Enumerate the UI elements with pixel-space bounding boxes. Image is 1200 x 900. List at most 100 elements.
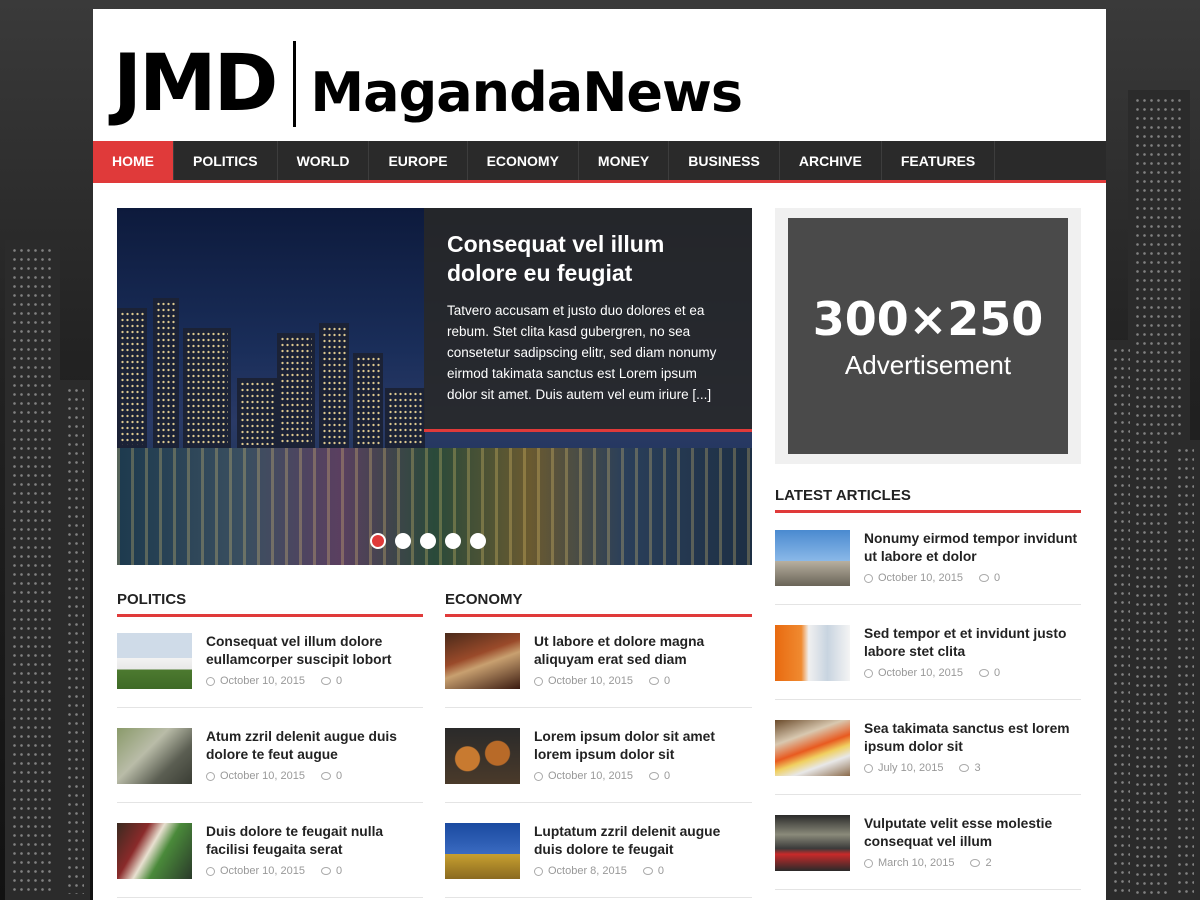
slider-dot[interactable]	[445, 533, 461, 549]
clock-icon	[864, 763, 873, 773]
article-date: October 10, 2015	[548, 675, 634, 687]
nav-item-business[interactable]: BUSINESS	[669, 141, 780, 180]
article-title[interactable]: Lorem ipsum dolor sit amet lorem ipsum d…	[534, 728, 752, 764]
nav-item-money[interactable]: MONEY	[579, 141, 670, 180]
article-thumbnail[interactable]	[775, 530, 850, 586]
skyline-building	[353, 353, 383, 448]
logo-divider	[293, 41, 297, 127]
article-title[interactable]: Vulputate velit esse molestie consequat …	[864, 815, 1081, 851]
comment-count[interactable]: 0	[664, 675, 670, 687]
clock-icon	[864, 573, 873, 583]
article-title[interactable]: Duis dolore te feugait nulla facilisi fe…	[206, 823, 423, 859]
slider-dot[interactable]	[420, 533, 436, 549]
comment-count[interactable]: 0	[994, 667, 1000, 679]
article-date: October 10, 2015	[220, 865, 306, 877]
comment-count[interactable]: 0	[336, 865, 342, 877]
article-title[interactable]: Ut labore et dolore magna aliquyam erat …	[534, 633, 752, 669]
comment-count[interactable]: 3	[974, 762, 980, 774]
nav-item-archive[interactable]: ARCHIVE	[780, 141, 882, 180]
nav-item-politics[interactable]: POLITICS	[174, 141, 278, 180]
article-date: July 10, 2015	[878, 762, 944, 774]
article-date: October 10, 2015	[878, 572, 964, 584]
main-nav: HOME POLITICS WORLD EUROPE ECONOMY MONEY…	[93, 141, 1106, 183]
article-thumbnail[interactable]	[117, 823, 192, 879]
comment-icon	[970, 859, 981, 867]
economy-heading-label[interactable]: ECONOMY	[445, 591, 752, 608]
article-title[interactable]: Luptatum zzril delenit augue duis dolore…	[534, 823, 752, 859]
article-thumbnail[interactable]	[445, 728, 520, 784]
list-item: Sea takimata sanctus est lorem ipsum dol…	[775, 700, 1081, 795]
slider-pagination	[370, 533, 486, 549]
clock-icon	[534, 771, 543, 781]
article-date: October 10, 2015	[220, 770, 306, 782]
skyline-building	[237, 378, 277, 448]
article-date: October 10, 2015	[220, 675, 306, 687]
page-container: JMD MagandaNews HOME POLITICS WORLD EURO…	[93, 9, 1106, 900]
article-title[interactable]: Sed tempor et et invidunt justo labore s…	[864, 625, 1081, 661]
list-item: Lorem ipsum dolor sit amet lorem ipsum d…	[445, 708, 752, 803]
slider-dot[interactable]	[470, 533, 486, 549]
skyline-building	[183, 328, 231, 448]
list-item: Ut labore et dolore magna aliquyam erat …	[445, 613, 752, 708]
article-meta: October 10, 2015 0	[864, 667, 1081, 679]
nav-item-economy[interactable]: ECONOMY	[468, 141, 579, 180]
comment-icon	[979, 574, 990, 582]
article-thumbnail[interactable]	[445, 823, 520, 879]
slide-title[interactable]: Consequat vel illum dolore eu feugiat	[447, 230, 728, 288]
skyline-building	[385, 388, 425, 448]
article-date: October 10, 2015	[878, 667, 964, 679]
article-thumbnail[interactable]	[445, 633, 520, 689]
article-thumbnail[interactable]	[775, 625, 850, 681]
article-meta: October 10, 2015 0	[206, 770, 423, 782]
comment-icon	[321, 867, 332, 875]
article-thumbnail[interactable]	[117, 633, 192, 689]
slider-dot[interactable]	[370, 533, 386, 549]
comment-count[interactable]: 0	[336, 675, 342, 687]
skyline-building	[117, 308, 147, 448]
article-meta: October 10, 2015 0	[534, 770, 752, 782]
latest-heading-label: LATEST ARTICLES	[775, 487, 911, 504]
latest-list: Nonumy eirmod tempor invidunt ut labore …	[775, 510, 1081, 890]
article-meta: October 10, 2015 0	[206, 865, 423, 877]
list-item: Duis dolore te feugait nulla facilisi fe…	[117, 803, 423, 898]
slider-dot[interactable]	[395, 533, 411, 549]
article-thumbnail[interactable]	[775, 815, 850, 871]
ad-label: Advertisement	[844, 349, 1012, 380]
article-date: October 10, 2015	[548, 770, 634, 782]
logo-mark: JMD	[113, 39, 278, 129]
nav-item-features[interactable]: FEATURES	[882, 141, 996, 180]
nav-item-europe[interactable]: EUROPE	[369, 141, 468, 180]
clock-icon	[206, 676, 215, 686]
comment-count[interactable]: 0	[658, 865, 664, 877]
article-meta: October 10, 2015 0	[864, 572, 1081, 584]
comment-icon	[649, 677, 660, 685]
nav-item-world[interactable]: WORLD	[278, 141, 370, 180]
comment-count[interactable]: 0	[994, 572, 1000, 584]
article-meta: October 10, 2015 0	[534, 675, 752, 687]
comment-count[interactable]: 0	[336, 770, 342, 782]
featured-slider[interactable]: Consequat vel illum dolore eu feugiat Ta…	[117, 208, 752, 565]
sidebar-ad[interactable]: 300×250 Advertisement	[775, 208, 1081, 464]
article-title[interactable]: Nonumy eirmod tempor invidunt ut labore …	[864, 530, 1081, 566]
nav-item-home[interactable]: HOME	[93, 141, 174, 180]
comment-icon	[321, 772, 332, 780]
ad-size: 300×250	[812, 291, 1044, 346]
logo-name: MagandaNews	[310, 61, 743, 124]
article-title[interactable]: Sea takimata sanctus est lorem ipsum dol…	[864, 720, 1081, 756]
skyline-building	[153, 298, 179, 448]
article-thumbnail[interactable]	[117, 728, 192, 784]
politics-heading-label[interactable]: POLITICS	[117, 591, 423, 608]
slide-excerpt: Tatvero accusam et justo duo dolores et …	[447, 303, 717, 402]
comment-count[interactable]: 2	[985, 857, 991, 869]
article-title[interactable]: Atum zzril delenit augue duis dolore te …	[206, 728, 423, 764]
clock-icon	[206, 771, 215, 781]
comment-count[interactable]: 0	[664, 770, 670, 782]
list-item: Vulputate velit esse molestie consequat …	[775, 795, 1081, 890]
slide-caption: Consequat vel illum dolore eu feugiat Ta…	[424, 208, 752, 432]
ad-box: 300×250 Advertisement	[788, 218, 1068, 454]
article-thumbnail[interactable]	[775, 720, 850, 776]
skyline-building	[319, 323, 349, 448]
article-title[interactable]: Consequat vel illum dolore eullamcorper …	[206, 633, 423, 669]
site-logo[interactable]: JMD MagandaNews	[113, 39, 743, 129]
clock-icon	[864, 668, 873, 678]
